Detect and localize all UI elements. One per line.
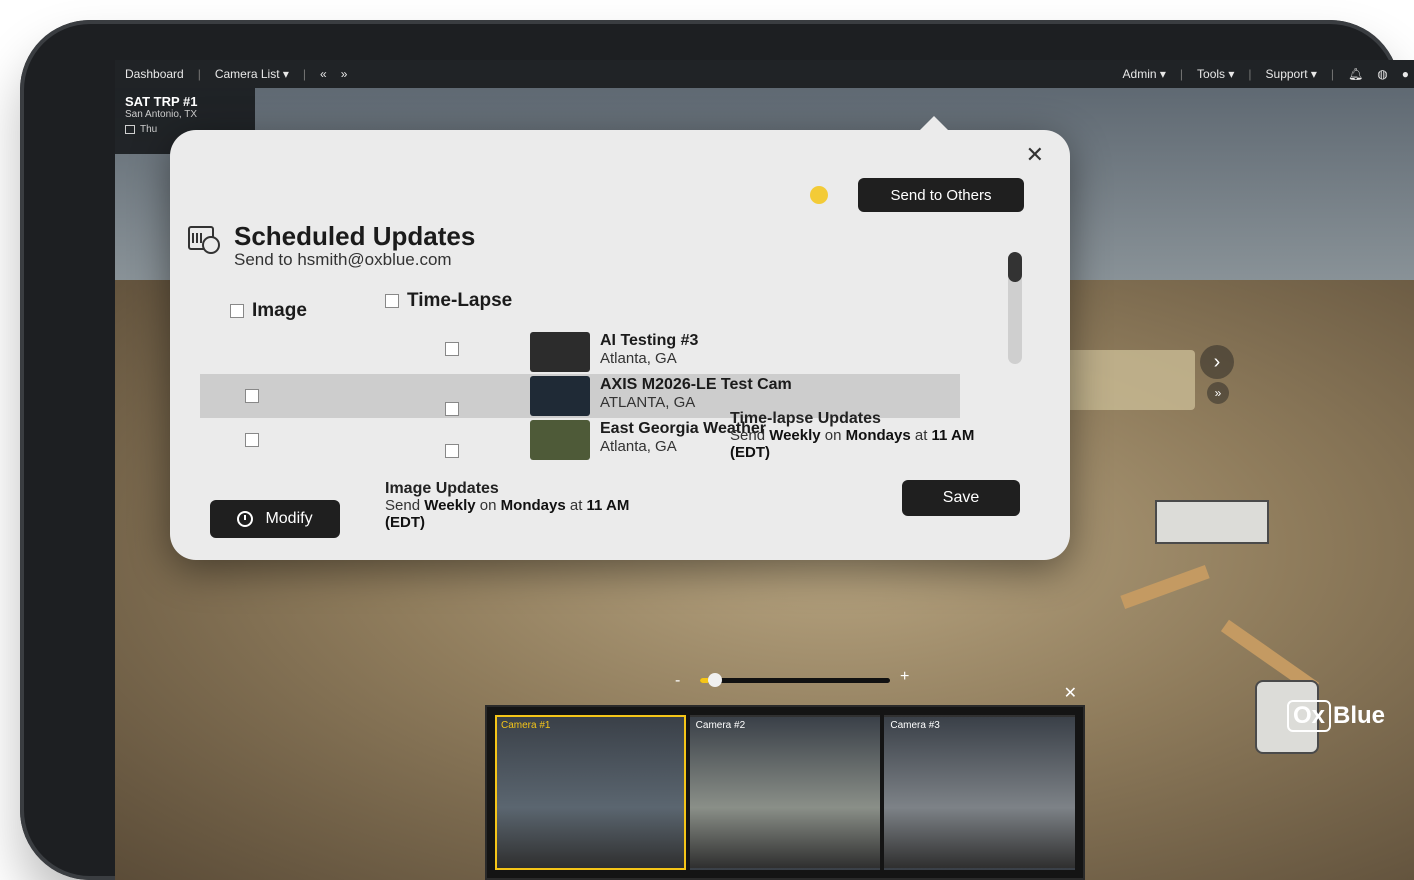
timelapse-column-label: Time-Lapse [407,290,513,311]
image-select-all[interactable]: Image [230,300,307,322]
zoom-out-button[interactable]: - [675,672,680,690]
camera-list-scrollbar[interactable] [1008,252,1022,364]
site-title: SAT TRP #1 [125,94,198,109]
camera-thumbnail[interactable] [530,332,590,372]
image-checkbox[interactable] [245,389,259,403]
camera-location: Atlanta, GA [600,350,677,367]
modal-recipient: Send to hsmith@oxblue.com [234,250,452,269]
image-timezone: (EDT) [385,514,425,531]
bell-icon[interactable]: 🔔︎ [1348,67,1363,81]
camera-view: Dashboard | Camera List ▾ | « » Admin ▾ … [115,60,1414,880]
nav-camera-list[interactable]: Camera List ▾ [215,67,289,81]
timelapse-select-all[interactable]: Time-Lapse [385,290,512,312]
timelapse-updates-title: Time-lapse Updates [730,410,881,427]
nav-prev-camera[interactable]: « [320,67,327,81]
user-icon[interactable]: ● [1402,67,1409,81]
image-time: 11 AM [586,497,630,514]
camera-tile-label: Camera #3 [890,720,940,731]
logo-ox: Ox [1286,700,1331,732]
image-checkbox[interactable] [245,433,259,447]
calendar-icon[interactable] [125,125,135,134]
site-location: San Antonio, TX [125,109,198,120]
modal-title: Scheduled Updates [234,221,476,251]
globe-icon[interactable]: ◍ [1377,67,1387,81]
save-button[interactable]: Save [902,480,1020,516]
timelapse-checkbox[interactable] [445,402,459,416]
timelapse-select-all-checkbox[interactable] [385,294,399,308]
camera-tile-label: Camera #1 [501,720,551,731]
camera-row: AI Testing #3 Atlanta, GA [200,330,960,374]
close-strip-icon[interactable]: ✕ [1064,683,1077,703]
oxblue-logo: Ox Blue [1286,700,1385,732]
nav-next-camera[interactable]: » [341,67,348,81]
image-frequency: Weekly [424,497,476,514]
camera-location: ATLANTA, GA [600,394,696,411]
timelapse-checkbox[interactable] [445,342,459,356]
timelapse-time: 11 AM [931,427,975,444]
nav-tools[interactable]: Tools ▾ [1197,67,1234,81]
site-date[interactable]: Thu [140,124,157,135]
top-navigation-bar: Dashboard | Camera List ▾ | « » Admin ▾ … [115,60,1414,88]
nav-dashboard[interactable]: Dashboard [125,67,184,81]
drill-rig [1155,500,1269,544]
timelapse-timezone: (EDT) [730,444,770,461]
camera-name: AI Testing #3 [600,332,699,349]
image-updates-title: Image Updates [385,480,499,497]
camera-tile-2[interactable]: Camera #2 [689,715,881,870]
camera-tile-1[interactable]: Camera #1 [495,715,686,870]
camera-name: AXIS M2026-LE Test Cam [600,376,792,393]
modify-label: Modify [265,510,313,527]
close-icon[interactable]: ✕ [1026,142,1044,168]
nav-admin[interactable]: Admin ▾ [1123,67,1166,81]
image-select-all-checkbox[interactable] [230,304,244,318]
cursor-indicator [810,186,828,204]
modal-header: Scheduled Updates Send to hsmith@oxblue.… [188,222,475,270]
zoom-slider[interactable] [700,673,890,687]
image-column-label: Image [252,300,307,321]
zoom-in-button[interactable]: + [900,668,909,686]
send-to-others-button[interactable]: Send to Others [858,178,1024,212]
timelapse-checkbox[interactable] [445,444,459,458]
camera-tile-label: Camera #2 [695,720,746,731]
timelapse-frequency: Weekly [769,427,821,444]
clock-icon [237,511,254,527]
zoom-slider-handle[interactable] [707,673,722,687]
camera-thumbnail[interactable] [530,420,590,460]
image-updates-summary: Image Updates Send Weekly on Mondays at … [385,480,675,531]
tablet-frame: Dashboard | Camera List ▾ | « » Admin ▾ … [20,20,1414,880]
logo-blue: Blue [1332,702,1385,729]
camera-location: Atlanta, GA [600,438,677,455]
scrollbar-thumb[interactable] [1008,252,1022,282]
scheduled-updates-modal: ✕ Send to Others Scheduled Updates Send … [170,116,1070,560]
modify-button[interactable]: Modify [210,500,340,538]
camera-thumbnail[interactable] [530,376,590,416]
fast-forward-icon[interactable]: » [1207,382,1229,404]
image-day: Mondays [500,497,566,514]
next-image-arrow-icon[interactable]: › [1200,345,1234,379]
camera-tile-3[interactable]: Camera #3 [884,715,1076,870]
timelapse-day: Mondays [845,427,911,444]
modal-pointer [920,116,948,130]
calendar-clock-icon [188,222,222,254]
timelapse-updates-summary: Time-lapse Updates Send Weekly on Monday… [730,410,1020,461]
camera-strip: ✕ Camera #1 Camera #2 Camera #3 [485,685,1085,880]
nav-support[interactable]: Support ▾ [1266,67,1317,81]
